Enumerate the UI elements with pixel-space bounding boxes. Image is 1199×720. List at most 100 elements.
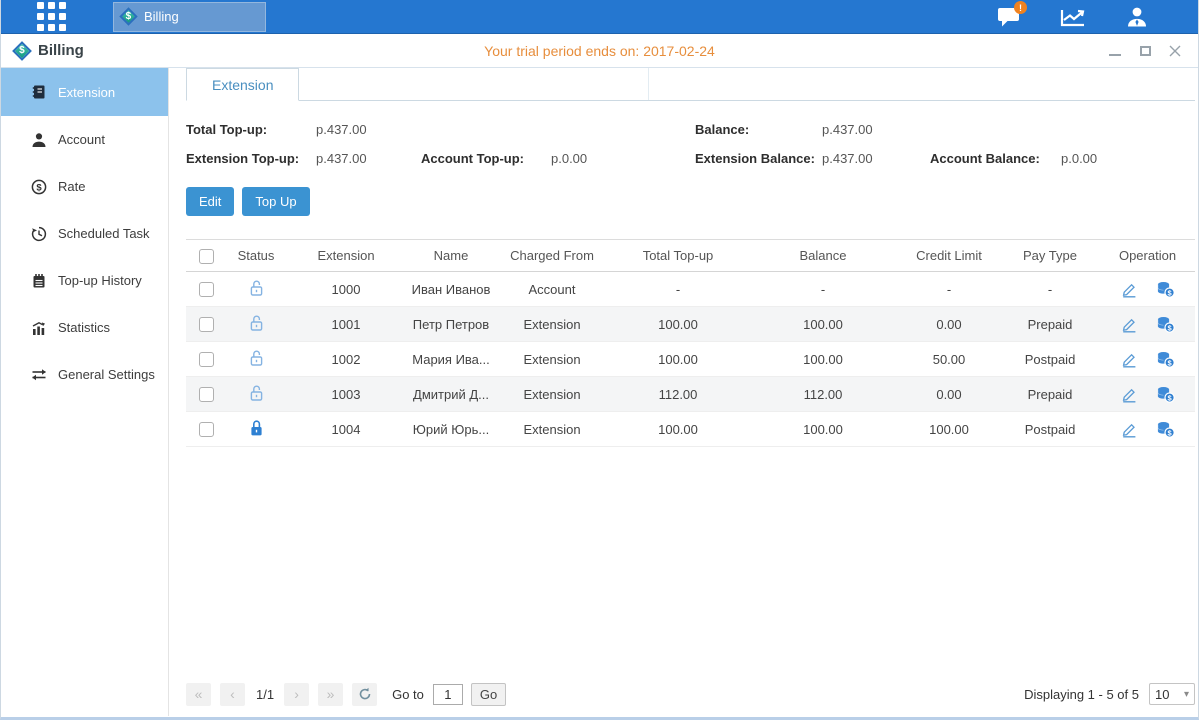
- topup-coins-icon[interactable]: $: [1156, 386, 1175, 403]
- cell-status: [226, 377, 286, 412]
- page-indicator: 1/1: [256, 687, 274, 702]
- edit-pencil-icon[interactable]: [1121, 386, 1138, 403]
- top-up-button[interactable]: Top Up: [242, 187, 309, 216]
- column-header-name[interactable]: Name: [406, 240, 496, 272]
- cell-name: Дмитрий Д...: [406, 377, 496, 412]
- row-checkbox[interactable]: [199, 352, 214, 367]
- window-logo-title: $ Billing: [15, 42, 84, 59]
- first-page-button[interactable]: «: [186, 683, 211, 706]
- topup-coins-icon[interactable]: $: [1156, 421, 1175, 438]
- edit-button[interactable]: Edit: [186, 187, 234, 216]
- cell-pay-type: Prepaid: [1000, 307, 1100, 342]
- cell-operation: $: [1100, 307, 1195, 342]
- refresh-icon[interactable]: [352, 683, 377, 706]
- sidebar-item-general-settings[interactable]: General Settings: [1, 351, 168, 398]
- user-account-icon[interactable]: [1124, 5, 1150, 29]
- sliders-icon: [31, 367, 47, 383]
- column-header-charged-from[interactable]: Charged From: [496, 240, 608, 272]
- notifications-icon[interactable]: !: [996, 5, 1022, 29]
- table-row[interactable]: 1001Петр ПетровExtension100.00100.000.00…: [186, 307, 1195, 342]
- close-button[interactable]: [1168, 45, 1182, 57]
- reports-chart-icon[interactable]: [1060, 5, 1086, 29]
- cell-select: [186, 307, 226, 342]
- minimize-button[interactable]: [1108, 45, 1122, 57]
- column-header-status[interactable]: Status: [226, 240, 286, 272]
- sidebar-item-account[interactable]: Account: [1, 116, 168, 163]
- sidebar-item-top-up-history[interactable]: Top-up History: [1, 257, 168, 304]
- tab-strip: Extension: [186, 68, 1195, 101]
- edit-pencil-icon[interactable]: [1121, 316, 1138, 333]
- select-all-checkbox[interactable]: [199, 249, 214, 264]
- cell-pay-type: Postpaid: [1000, 342, 1100, 377]
- table-row[interactable]: 1004Юрий Юрь...Extension100.00100.00100.…: [186, 412, 1195, 447]
- lock-open-icon: [248, 349, 265, 367]
- sidebar-item-statistics[interactable]: Statistics: [1, 304, 168, 351]
- maximize-button[interactable]: [1138, 45, 1152, 57]
- edit-pencil-icon[interactable]: [1121, 281, 1138, 298]
- page-size-select[interactable]: 10 ▾: [1149, 683, 1195, 705]
- topup-coins-icon[interactable]: $: [1156, 281, 1175, 298]
- next-page-button[interactable]: ›: [284, 683, 309, 706]
- cell-total-topup: 100.00: [608, 307, 748, 342]
- sidebar-item-scheduled-task[interactable]: Scheduled Task: [1, 210, 168, 257]
- sidebar: Extension Account $RateScheduled TaskTop-u…: [1, 68, 169, 716]
- cell-balance: 100.00: [748, 342, 898, 377]
- account-topup-value: p.0.00: [551, 151, 695, 166]
- content-spacer: [186, 447, 1195, 680]
- window-title: Billing: [38, 42, 84, 59]
- column-header-total-top-up[interactable]: Total Top-up: [608, 240, 748, 272]
- sidebar-item-label: General Settings: [58, 367, 155, 382]
- lock-open-icon: [248, 279, 265, 297]
- topup-coins-icon[interactable]: $: [1156, 351, 1175, 368]
- last-page-button[interactable]: »: [318, 683, 343, 706]
- topbar-actions: !: [996, 0, 1150, 34]
- row-checkbox[interactable]: [199, 387, 214, 402]
- table-row[interactable]: 1002Мария Ива...Extension100.00100.0050.…: [186, 342, 1195, 377]
- cell-credit-limit: 50.00: [898, 342, 1000, 377]
- goto-page-input[interactable]: [433, 684, 463, 705]
- cell-charged-from: Extension: [496, 307, 608, 342]
- cell-name: Мария Ива...: [406, 342, 496, 377]
- user-icon: [31, 132, 47, 148]
- cell-charged-from: Extension: [496, 412, 608, 447]
- topup-coins-icon[interactable]: $: [1156, 316, 1175, 333]
- cell-select: [186, 377, 226, 412]
- cell-balance: -: [748, 272, 898, 307]
- cell-status: [226, 307, 286, 342]
- row-checkbox[interactable]: [199, 422, 214, 437]
- row-checkbox[interactable]: [199, 282, 214, 297]
- taskbar-billing-tab[interactable]: $ Billing: [113, 2, 266, 32]
- sidebar-item-label: Account: [58, 132, 105, 147]
- column-header-extension[interactable]: Extension: [286, 240, 406, 272]
- sidebar-item-label: Extension: [58, 85, 115, 100]
- trial-notice: Your trial period ends on: 2017-02-24: [1, 43, 1198, 59]
- ledger-icon: [31, 84, 47, 100]
- billing-window: $ Billing !: [0, 0, 1199, 720]
- extension-balance-value: p.437.00: [822, 151, 930, 166]
- sidebar-item-rate[interactable]: $Rate: [1, 163, 168, 210]
- edit-pencil-icon[interactable]: [1121, 351, 1138, 368]
- table-row[interactable]: 1003Дмитрий Д...Extension112.00112.000.0…: [186, 377, 1195, 412]
- column-header-operation[interactable]: Operation: [1100, 240, 1195, 272]
- account-topup-label: Account Top-up:: [421, 151, 551, 166]
- go-button[interactable]: Go: [471, 683, 506, 706]
- column-header-balance[interactable]: Balance: [748, 240, 898, 272]
- cell-charged-from: Account: [496, 272, 608, 307]
- prev-page-button[interactable]: ‹: [220, 683, 245, 706]
- tab-extension[interactable]: Extension: [186, 68, 299, 101]
- cell-credit-limit: 100.00: [898, 412, 1000, 447]
- extension-topup-label: Extension Top-up:: [186, 151, 316, 166]
- page-size-value: 10: [1155, 687, 1169, 702]
- column-header-credit-limit[interactable]: Credit Limit: [898, 240, 1000, 272]
- table-row[interactable]: 1000Иван ИвановAccount----$: [186, 272, 1195, 307]
- sidebar-item-extension[interactable]: Extension: [1, 68, 168, 116]
- cell-credit-limit: 0.00: [898, 307, 1000, 342]
- cell-status: [226, 272, 286, 307]
- app-grid-icon[interactable]: [37, 2, 71, 31]
- column-header-pay-type[interactable]: Pay Type: [1000, 240, 1100, 272]
- balance-label: Balance:: [695, 122, 822, 137]
- cell-extension: 1004: [286, 412, 406, 447]
- clock-icon: [31, 226, 47, 242]
- row-checkbox[interactable]: [199, 317, 214, 332]
- edit-pencil-icon[interactable]: [1121, 421, 1138, 438]
